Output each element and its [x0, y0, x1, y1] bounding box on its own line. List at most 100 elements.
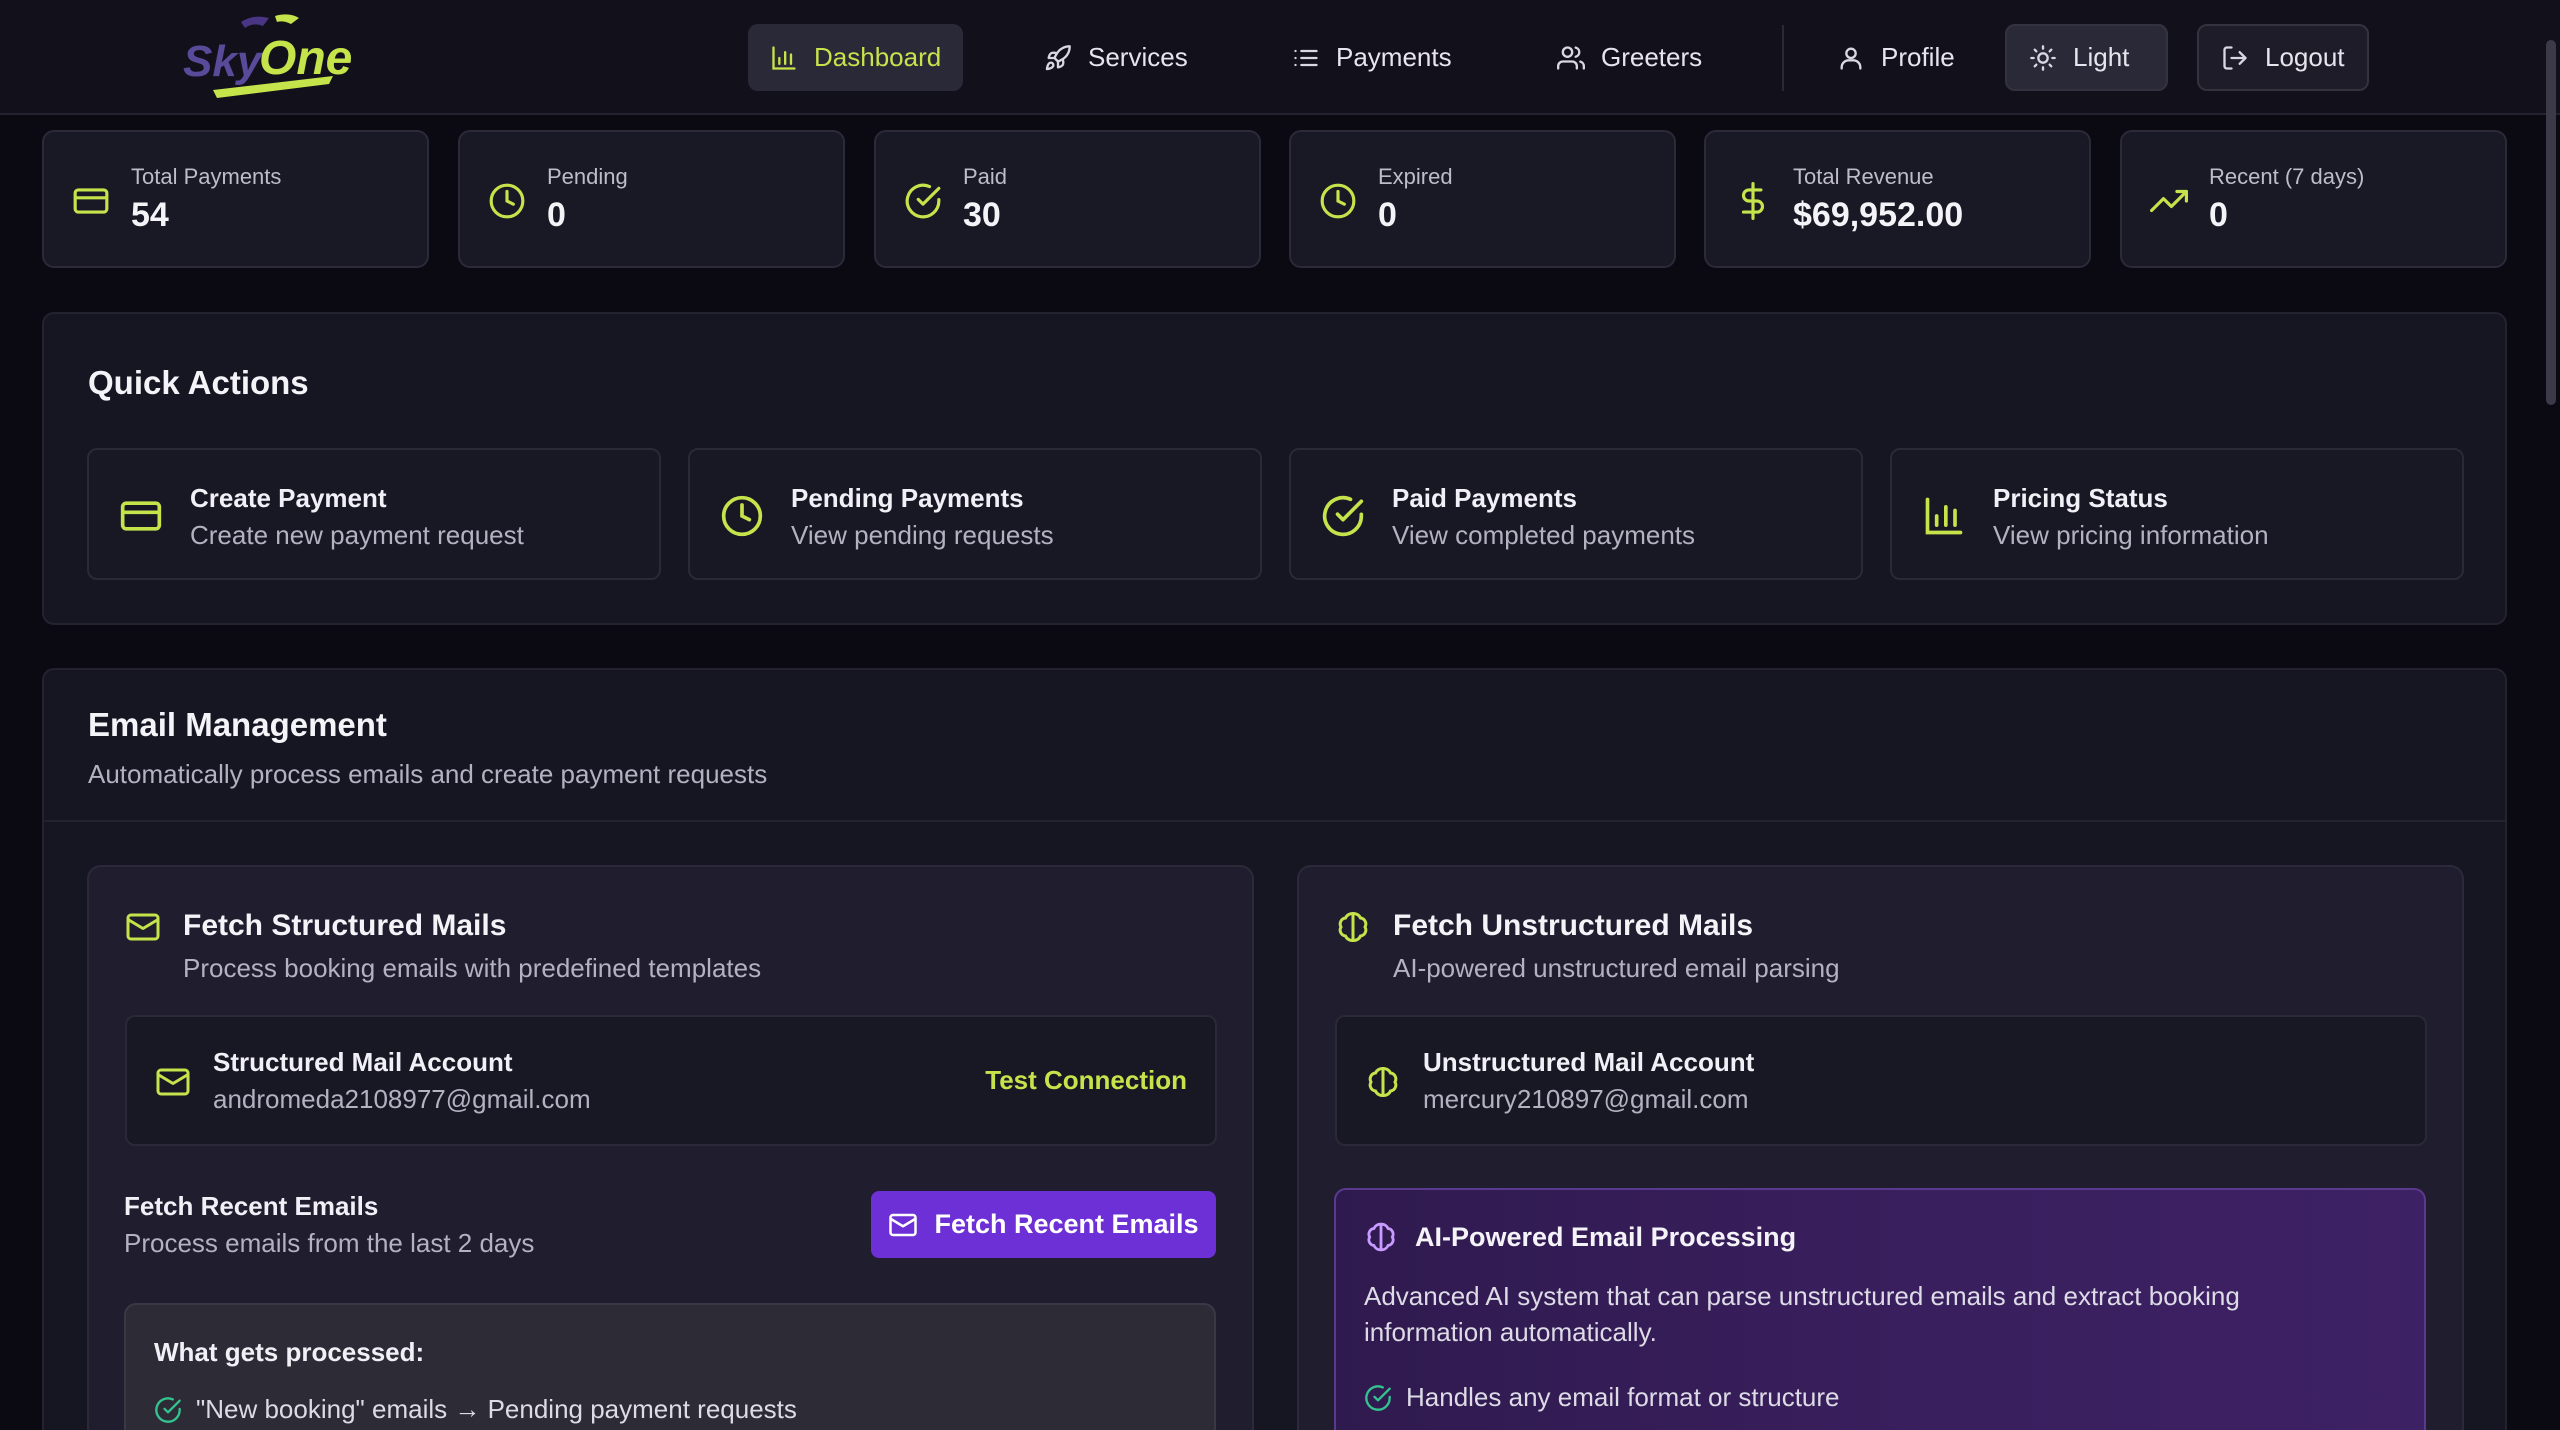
check-circle-icon — [1364, 1384, 1392, 1412]
trending-up-icon — [2150, 182, 2188, 220]
structured-mails-title: Fetch Structured Mails — [183, 909, 507, 942]
stat-value: 0 — [547, 196, 566, 234]
quick-action-title: Pricing Status — [1993, 483, 2168, 513]
users-icon — [1557, 44, 1585, 72]
ai-processing-description: Advanced AI system that can parse unstru… — [1364, 1281, 2240, 1347]
check-circle-icon — [1321, 494, 1365, 538]
stat-value: 0 — [1378, 196, 1397, 234]
clock-icon — [488, 182, 526, 220]
test-connection-button[interactable]: Test Connection — [985, 1065, 1187, 1096]
mail-icon — [155, 1064, 191, 1100]
sun-icon — [2029, 44, 2057, 72]
stat-value: 0 — [2209, 196, 2228, 234]
credit-card-icon — [72, 182, 110, 220]
stat-label: Total Revenue — [1793, 164, 1934, 189]
quick-action-create-payment[interactable]: Create Payment Create new payment reques… — [87, 448, 661, 580]
nav-greeters[interactable]: Greeters — [1535, 24, 1724, 91]
nav-payments-label: Payments — [1336, 42, 1452, 72]
account-label: Unstructured Mail Account — [1423, 1047, 1755, 1077]
nav-dashboard-label: Dashboard — [814, 42, 942, 72]
logout-button[interactable]: Logout — [2197, 24, 2369, 91]
quick-action-pricing-status[interactable]: Pricing Status View pricing information — [1890, 448, 2464, 580]
stat-recent: Recent (7 days) 0 — [2120, 130, 2507, 268]
account-email: mercury210897@gmail.com — [1423, 1084, 1749, 1114]
email-management-subtitle: Automatically process emails and create … — [88, 759, 768, 789]
email-management-title: Email Management — [88, 706, 387, 743]
processed-title: What gets processed: — [154, 1337, 425, 1367]
stat-expired: Expired 0 — [1289, 130, 1676, 268]
account-email: andromeda2108977@gmail.com — [213, 1084, 591, 1114]
ai-processing-title: AI-Powered Email Processing — [1415, 1222, 1797, 1252]
nav-payments[interactable]: Payments — [1270, 24, 1474, 91]
stat-label: Paid — [963, 164, 1008, 189]
stat-label: Total Payments — [131, 164, 282, 189]
quick-action-title: Create Payment — [190, 483, 387, 513]
ai-feature-item: Handles any email format or structure — [1364, 1382, 1840, 1413]
bar-chart-icon — [1922, 494, 1966, 538]
fetch-recent-subtitle: Process emails from the last 2 days — [124, 1228, 535, 1258]
quick-action-subtitle: Create new payment request — [190, 520, 524, 550]
clock-icon — [1319, 182, 1357, 220]
section-divider — [44, 820, 2505, 822]
stat-label: Pending — [547, 164, 628, 189]
svg-text:Sky: Sky — [183, 37, 264, 86]
what-gets-processed-box: What gets processed: "New booking" email… — [124, 1303, 1216, 1430]
logout-icon — [2221, 44, 2249, 72]
quick-action-paid-payments[interactable]: Paid Payments View completed payments — [1289, 448, 1863, 580]
logout-label: Logout — [2265, 42, 2345, 72]
brain-icon — [1364, 1220, 1398, 1254]
mail-icon — [888, 1210, 918, 1240]
rocket-icon — [1044, 44, 1072, 72]
skyone-logo[interactable]: Sky One — [183, 12, 353, 104]
page-scrollbar[interactable] — [2546, 40, 2556, 405]
clock-icon — [720, 494, 764, 538]
account-label: Structured Mail Account — [213, 1047, 513, 1077]
quick-action-subtitle: View completed payments — [1392, 520, 1696, 550]
check-circle-icon — [904, 182, 942, 220]
quick-actions-title: Quick Actions — [88, 364, 309, 401]
brain-icon — [1365, 1064, 1401, 1100]
top-navbar: Sky One Dashboard Services Payments Gree… — [0, 0, 2560, 115]
stat-value: 30 — [963, 196, 1001, 234]
stat-paid: Paid 30 — [874, 130, 1261, 268]
stat-value: $69,952.00 — [1793, 196, 1964, 234]
ai-feature-text: Handles any email format or structure — [1406, 1382, 1840, 1412]
nav-profile-label: Profile — [1881, 42, 1955, 72]
unstructured-mails-subtitle: AI-powered unstructured email parsing — [1393, 953, 1840, 983]
nav-divider — [1782, 25, 1784, 91]
stat-total-payments: Total Payments 54 — [42, 130, 429, 268]
stat-label: Expired — [1378, 164, 1453, 189]
structured-mails-subtitle: Process booking emails with predefined t… — [183, 953, 762, 983]
quick-action-title: Paid Payments — [1392, 483, 1577, 513]
brain-icon — [1335, 909, 1371, 945]
stat-label: Recent (7 days) — [2209, 164, 2365, 189]
stat-total-revenue: Total Revenue $69,952.00 — [1704, 130, 2091, 268]
nav-services-label: Services — [1088, 42, 1188, 72]
quick-action-pending-payments[interactable]: Pending Payments View pending requests — [688, 448, 1262, 580]
fetch-recent-emails-button[interactable]: Fetch Recent Emails — [871, 1191, 1216, 1258]
nav-profile[interactable]: Profile — [1815, 24, 1977, 91]
stat-value: 54 — [131, 196, 169, 234]
stat-pending: Pending 0 — [458, 130, 845, 268]
svg-text:One: One — [259, 32, 352, 85]
theme-toggle-button[interactable]: Light — [2005, 24, 2168, 91]
quick-action-title: Pending Payments — [791, 483, 1024, 513]
theme-toggle-label: Light — [2073, 42, 2130, 72]
mail-icon — [125, 909, 161, 945]
list-icon — [1292, 44, 1320, 72]
structured-mail-account: Structured Mail Account andromeda2108977… — [125, 1015, 1217, 1146]
nav-dashboard[interactable]: Dashboard — [748, 24, 964, 91]
fetch-recent-emails-label: Fetch Recent Emails — [934, 1209, 1199, 1239]
nav-services[interactable]: Services — [1022, 24, 1210, 91]
credit-card-icon — [119, 494, 163, 538]
quick-action-subtitle: View pricing information — [1993, 520, 2269, 550]
unstructured-mails-title: Fetch Unstructured Mails — [1393, 909, 1754, 942]
user-icon — [1837, 44, 1865, 72]
processed-item-text: "New booking" emails → Pending payment r… — [196, 1394, 797, 1424]
bar-chart-icon — [770, 44, 798, 72]
quick-action-subtitle: View pending requests — [791, 520, 1054, 550]
nav-greeters-label: Greeters — [1601, 42, 1703, 72]
dollar-icon — [1734, 182, 1772, 220]
unstructured-mail-account: Unstructured Mail Account mercury210897@… — [1335, 1015, 2427, 1146]
ai-processing-box: AI-Powered Email Processing Advanced AI … — [1334, 1188, 2426, 1430]
